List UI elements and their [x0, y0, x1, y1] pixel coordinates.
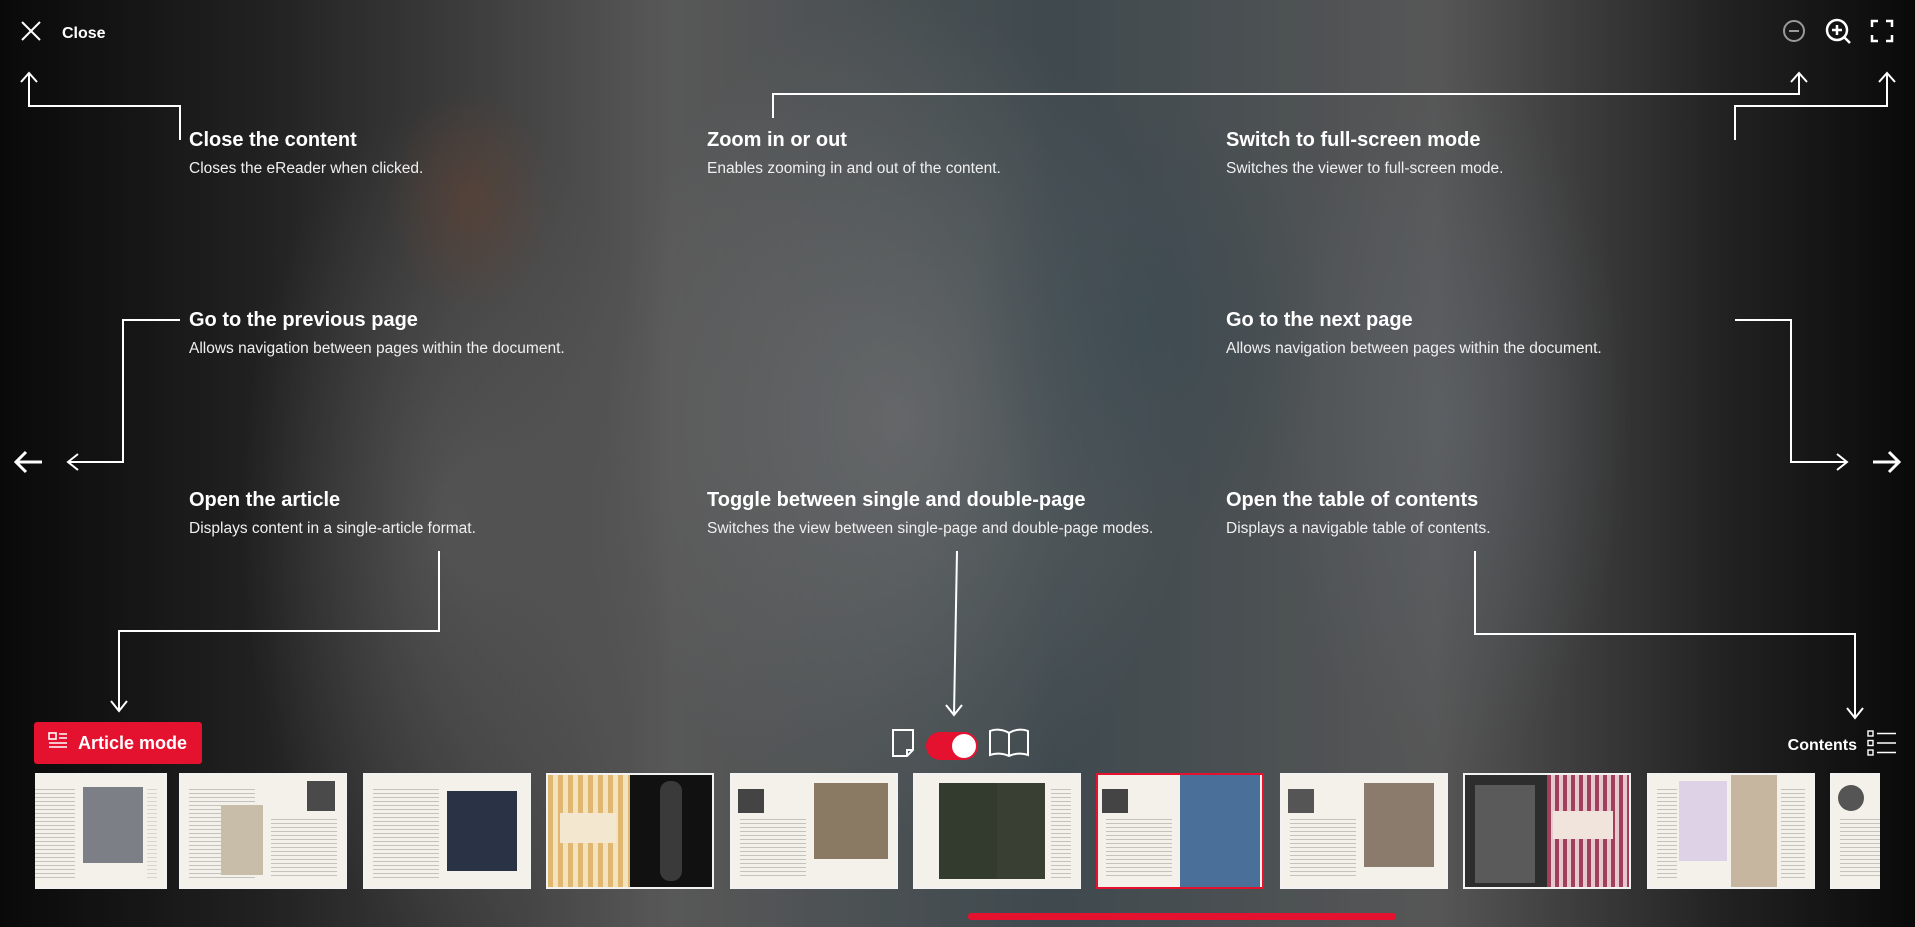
thumbnail-spread[interactable] [363, 773, 531, 889]
callout-next-page: Go to the next page Allows navigation be… [1226, 308, 1602, 358]
contents-label: Contents [1787, 736, 1857, 754]
table-of-contents-icon [1867, 729, 1897, 762]
thumbnail-page [1282, 775, 1364, 887]
callout-description: Displays content in a single-article for… [189, 520, 476, 537]
thumbnail-page [1180, 775, 1262, 887]
double-page-switch[interactable] [926, 731, 978, 760]
callout-description: Allows navigation between pages within t… [189, 340, 565, 357]
close-icon [16, 16, 46, 51]
thumbnail-page [263, 775, 345, 887]
callout-description: Closes the eReader when clicked. [189, 160, 424, 177]
thumbnail-page [181, 775, 263, 887]
callout-title: Open the article [189, 489, 341, 511]
callout-description: Allows navigation between pages within t… [1226, 340, 1602, 357]
double-page-icon[interactable] [988, 728, 1030, 763]
article-mode-button[interactable]: Article mode [34, 722, 202, 764]
thumbnail-scroll-indicator[interactable] [968, 913, 1396, 920]
thumbnail-page [1649, 775, 1731, 887]
thumbnail-page [630, 775, 712, 887]
callout-article: Open the article Displays content in a s… [189, 488, 476, 538]
zoom-in-icon[interactable] [1823, 16, 1853, 46]
callout-title: Go to the previous page [189, 309, 418, 331]
next-page-arrow-icon[interactable] [1869, 444, 1905, 480]
thumbnail-page [814, 775, 896, 887]
thumbnail-spread-current[interactable] [1096, 773, 1264, 889]
callout-description: Displays a navigable table of contents. [1226, 520, 1491, 537]
article-icon [48, 731, 68, 756]
callout-title: Close the content [189, 129, 357, 151]
callout-title: Open the table of contents [1226, 489, 1479, 511]
thumbnail-page [1465, 775, 1547, 887]
callout-toggle-page-mode: Toggle between single and double-page Sw… [707, 488, 1153, 538]
thumbnail-page [83, 775, 165, 887]
thumbnail-page [997, 775, 1079, 887]
callout-title: Switch to full-screen mode [1226, 129, 1481, 151]
article-mode-label: Article mode [78, 732, 188, 753]
close-button[interactable]: Close [16, 16, 106, 51]
thumbnail-page [365, 775, 447, 887]
callout-fullscreen: Switch to full-screen mode Switches the … [1226, 128, 1503, 178]
switch-knob [952, 733, 976, 758]
thumbnail-spread[interactable] [546, 773, 714, 889]
thumbnail-spread[interactable] [1647, 773, 1815, 889]
callout-zoom: Zoom in or out Enables zooming in and ou… [707, 128, 1001, 178]
callout-title: Go to the next page [1226, 309, 1413, 331]
thumbnail-page [1547, 775, 1629, 887]
view-controls [1779, 16, 1897, 46]
thumbnail-spread[interactable] [913, 773, 1081, 889]
callout-title: Toggle between single and double-page [707, 489, 1086, 511]
thumbnail-spread[interactable] [179, 773, 347, 889]
thumbnail-spread[interactable] [730, 773, 898, 889]
callout-table-of-contents: Open the table of contents Displays a na… [1226, 488, 1491, 538]
thumbnail-page [1364, 775, 1446, 887]
thumbnail-spread[interactable] [1280, 773, 1448, 889]
zoom-out-icon[interactable] [1779, 16, 1809, 46]
thumbnail-page [1731, 775, 1813, 887]
thumbnail-spread[interactable] [1830, 773, 1880, 889]
thumbnail-page [447, 775, 529, 887]
thumbnail-spread[interactable] [35, 773, 167, 889]
single-page-icon[interactable] [890, 728, 916, 763]
callout-close: Close the content Closes the eReader whe… [189, 128, 423, 178]
thumbnail-page [1098, 775, 1180, 887]
thumbnail-page [548, 775, 630, 887]
contents-button[interactable]: Contents [1788, 729, 1897, 762]
callout-description: Switches the viewer to full-screen mode. [1226, 160, 1504, 177]
thumbnail-page [1832, 775, 1880, 887]
callout-description: Enables zooming in and out of the conten… [707, 160, 1001, 177]
callout-previous-page: Go to the previous page Allows navigatio… [189, 308, 565, 358]
fullscreen-icon[interactable] [1867, 16, 1897, 46]
thumbnail-spread[interactable] [1463, 773, 1631, 889]
thumbnail-page [35, 775, 83, 887]
close-label: Close [62, 24, 106, 42]
thumbnail-page [732, 775, 814, 887]
thumbnail-page [915, 775, 997, 887]
previous-page-arrow-icon[interactable] [10, 444, 46, 480]
callout-title: Zoom in or out [707, 129, 847, 151]
page-mode-toggle [890, 728, 1030, 763]
thumbnail-strip[interactable]: 445 4647 4849 5051 5253 5455 5657 5859 6… [35, 773, 1880, 890]
callout-description: Switches the view between single-page an… [707, 520, 1154, 537]
